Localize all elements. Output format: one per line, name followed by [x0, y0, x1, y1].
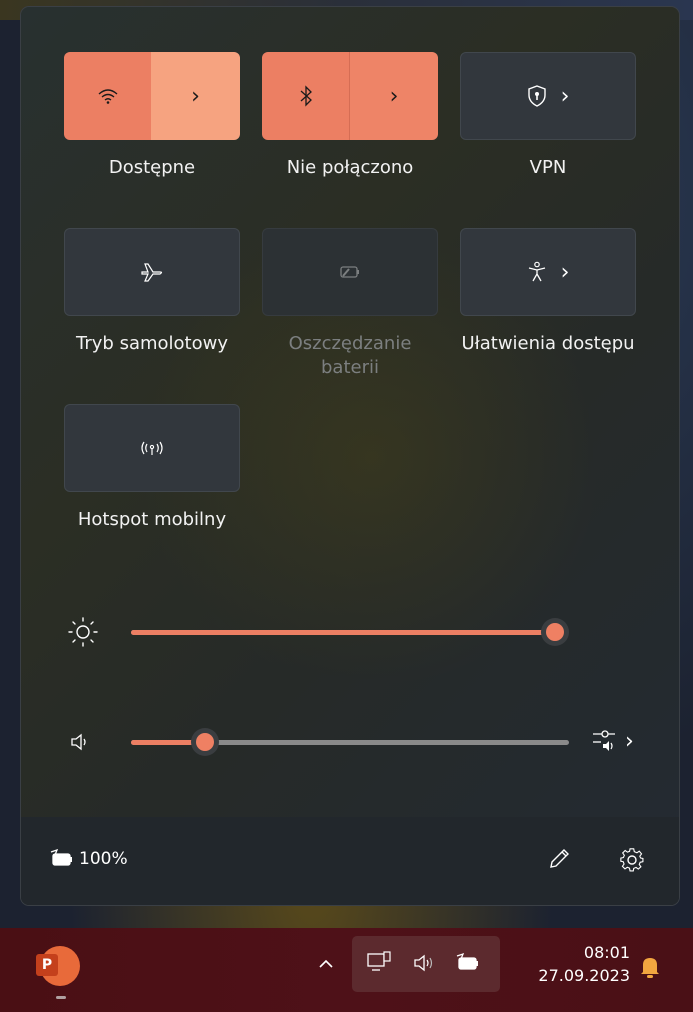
chevron-right-icon: ›	[625, 728, 634, 754]
wifi-tile: ›	[64, 52, 240, 140]
settings-button[interactable]	[619, 847, 645, 877]
edit-quick-settings-button[interactable]	[547, 847, 571, 875]
powerpoint-letter: P	[36, 954, 58, 976]
battery-icon	[456, 952, 478, 970]
quick-settings-panel: › Dostępne › Nie połączono › VPN Tryb sa…	[21, 7, 679, 905]
running-indicator	[56, 996, 66, 999]
battery-status[interactable]: 100%	[49, 849, 128, 869]
volume-icon	[414, 954, 433, 972]
brightness-thumb[interactable]	[541, 618, 569, 646]
accessibility-label: Ułatwienia dostępu	[461, 333, 635, 354]
shield-icon	[527, 85, 546, 107]
chevron-right-icon: ›	[191, 83, 200, 109]
airplane-tile[interactable]	[64, 228, 240, 316]
bluetooth-toggle-button[interactable]	[262, 52, 349, 140]
hotspot-icon	[141, 441, 163, 455]
wifi-expand-button[interactable]: ›	[151, 52, 240, 140]
wifi-icon	[98, 89, 117, 104]
taskbar: P 08:01 27.09.2023	[0, 928, 693, 1012]
battery-saver-tile[interactable]	[262, 228, 438, 316]
notifications-button[interactable]	[638, 954, 662, 984]
chevron-up-icon	[319, 959, 333, 968]
battery-percentage: 100%	[79, 849, 128, 869]
gear-icon	[620, 848, 644, 872]
brightness-track-fill	[131, 630, 555, 635]
chevron-right-icon: ›	[560, 259, 570, 285]
airplane-label: Tryb samolotowy	[76, 333, 228, 354]
system-tray-group[interactable]	[352, 936, 500, 992]
brightness-slider-row	[21, 612, 679, 652]
clock-date: 27.09.2023	[538, 966, 630, 985]
powerpoint-icon: P	[36, 946, 80, 986]
speaker-icon[interactable]	[69, 732, 93, 752]
battery-charging-icon	[50, 849, 72, 866]
chevron-right-icon: ›	[560, 83, 570, 109]
clock-time: 08:01	[583, 943, 630, 962]
audio-mixer-icon	[593, 730, 615, 751]
battery-saver-label: Oszczędzanie baterii	[288, 333, 412, 378]
hotspot-tile[interactable]	[64, 404, 240, 492]
vpn-label: VPN	[529, 157, 567, 178]
hotspot-label: Hotspot mobilny	[77, 509, 227, 530]
clock-button[interactable]: 08:01 27.09.2023	[510, 942, 630, 988]
network-wired-icon	[367, 951, 391, 971]
bluetooth-expand-button[interactable]: ›	[349, 52, 438, 140]
sun-icon	[68, 617, 98, 647]
airplane-tile-group: Tryb samolotowy	[64, 228, 240, 356]
pencil-icon	[550, 849, 569, 868]
accessibility-tile-group: › Ułatwienia dostępu	[460, 228, 636, 356]
wifi-tile-group: › Dostępne	[64, 52, 240, 180]
chevron-right-icon: ›	[389, 83, 399, 109]
bluetooth-tile-group: › Nie połączono	[262, 52, 438, 180]
battery-saver-tile-group: Oszczędzanie baterii	[262, 228, 438, 380]
bell-icon	[641, 958, 659, 978]
bluetooth-label: Nie połączono	[286, 157, 414, 178]
airplane-icon	[141, 263, 163, 282]
wifi-toggle-button[interactable]	[64, 52, 151, 140]
accessibility-tile[interactable]: ›	[460, 228, 636, 316]
hotspot-tile-group: Hotspot mobilny	[64, 404, 240, 532]
vpn-tile[interactable]: ›	[460, 52, 636, 140]
vpn-tile-group: › VPN	[460, 52, 636, 180]
quick-settings-footer: 100%	[21, 817, 679, 905]
audio-output-button[interactable]: ›	[591, 728, 634, 754]
wifi-label: Dostępne	[108, 157, 196, 178]
volume-thumb[interactable]	[191, 728, 220, 756]
battery-saver-icon	[340, 266, 359, 278]
show-hidden-icons-button[interactable]	[312, 950, 340, 978]
powerpoint-taskbar-button[interactable]: P	[36, 946, 84, 999]
accessibility-icon	[528, 261, 545, 282]
volume-slider-row: ›	[21, 722, 679, 762]
bluetooth-tile: ›	[262, 52, 438, 140]
bluetooth-icon	[300, 85, 312, 107]
